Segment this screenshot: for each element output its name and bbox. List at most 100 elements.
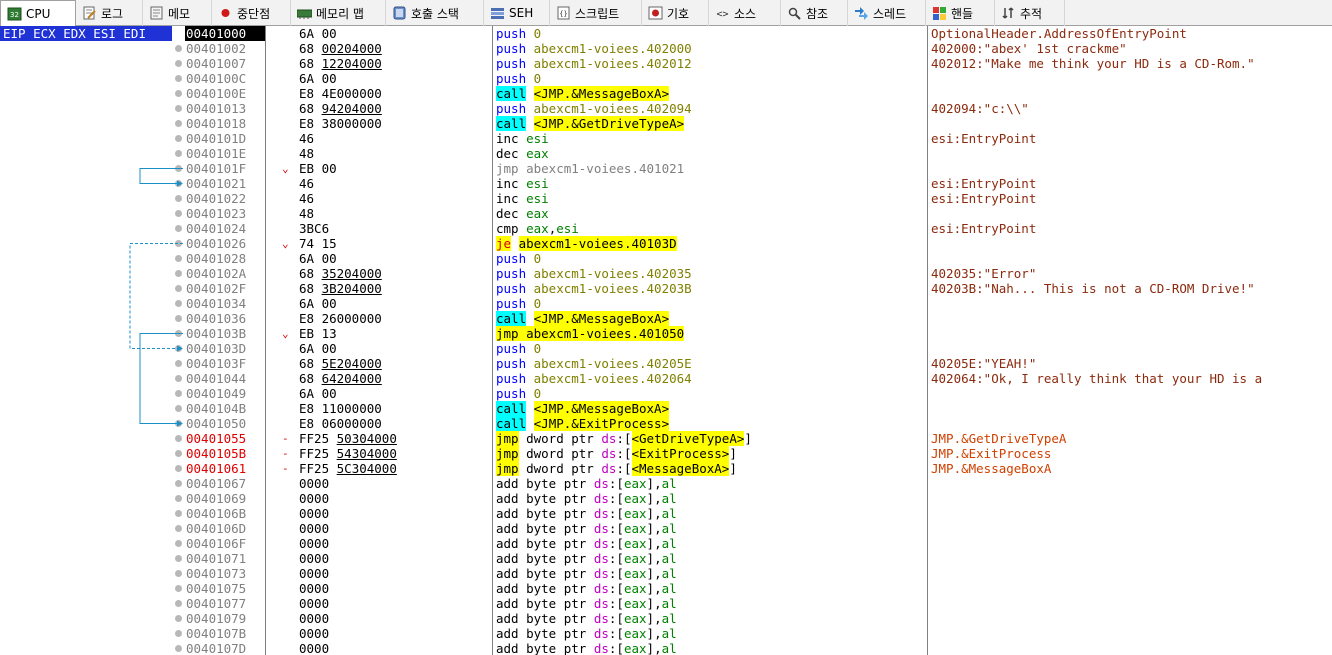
disassembly-row[interactable]: 0040100C 6A 00 push 0 [172, 71, 1332, 86]
disassembly-row[interactable]: 00401018 E8 38000000 call <JMP.&GetDriveTy… [172, 116, 1332, 131]
disassembly-row[interactable]: 00401028 6A 00 push 0 [172, 251, 1332, 266]
breakpoint-gutter[interactable] [172, 401, 186, 416]
tab-trace[interactable]: 추적 [995, 0, 1065, 26]
disassembly-row[interactable]: 00401007 68 12204000 push abexcm1-voiees.4… [172, 56, 1332, 71]
tab-references[interactable]: 참조 [781, 0, 848, 26]
breakpoint-gutter[interactable] [172, 56, 186, 71]
tab-script[interactable]: {} 스크립트 [550, 0, 642, 26]
disassembly-row[interactable]: 00401044 68 64204000 push abexcm1-voiees.4… [172, 371, 1332, 386]
disassembly-row[interactable]: 0040102F 68 3B204000 push abexcm1-voiees.4… [172, 281, 1332, 296]
disassembly-row[interactable]: 00401073 0000 add byte ptr ds:[eax],al [172, 566, 1332, 581]
disassembly-row[interactable]: 0040105B - FF25 54304000 jmp dword ptr ds:[… [172, 446, 1332, 461]
tab-threads[interactable]: 스레드 [848, 0, 926, 26]
breakpoint-gutter[interactable] [172, 371, 186, 386]
byte-group: E8 38000000 [299, 116, 382, 131]
breakpoint-gutter[interactable] [172, 641, 186, 655]
breakpoint-gutter[interactable] [172, 326, 186, 341]
breakpoint-gutter[interactable] [172, 461, 186, 476]
breakpoint-gutter[interactable] [172, 71, 186, 86]
disassembly-row[interactable]: 0040106F 0000 add byte ptr ds:[eax],al [172, 536, 1332, 551]
breakpoint-gutter[interactable] [172, 431, 186, 446]
disassembly-row[interactable]: 00401055 - FF25 50304000 jmp dword ptr ds:[… [172, 431, 1332, 446]
tab-handles[interactable]: 핸들 [926, 0, 995, 26]
breakpoint-gutter[interactable] [172, 596, 186, 611]
disassembly-row[interactable]: 00401049 6A 00 push 0 [172, 386, 1332, 401]
disassembly-view[interactable]: 00401000 6A 00 push 0 OptionalHeader.Addres… [0, 26, 1332, 655]
breakpoint-gutter[interactable] [172, 611, 186, 626]
breakpoint-gutter[interactable] [172, 626, 186, 641]
tab-symbols[interactable]: 기호 [642, 0, 709, 26]
tab-seh[interactable]: SEH [484, 0, 550, 26]
breakpoint-gutter[interactable] [172, 566, 186, 581]
breakpoint-gutter[interactable] [172, 221, 186, 236]
tab-memory-map[interactable]: 메모리 맵 [291, 0, 386, 26]
breakpoint-gutter[interactable] [172, 266, 186, 281]
breakpoint-gutter[interactable] [172, 416, 186, 431]
disassembly-row[interactable]: 00401024 3BC6 cmp eax,esi esi:EntryPoint [172, 221, 1332, 236]
tab-breakpoint[interactable]: 중단점 [212, 0, 291, 26]
disassembly-row[interactable]: 0040101D 46 inc esi esi:EntryPoint [172, 131, 1332, 146]
breakpoint-gutter[interactable] [172, 311, 186, 326]
disassembly-row[interactable]: 0040107B 0000 add byte ptr ds:[eax],al [172, 626, 1332, 641]
breakpoint-gutter[interactable] [172, 206, 186, 221]
breakpoint-gutter[interactable] [172, 176, 186, 191]
breakpoint-gutter[interactable] [172, 251, 186, 266]
breakpoint-gutter[interactable] [172, 86, 186, 101]
disassembly-row[interactable]: 0040103B ⌄ EB 13 jmp abexcm1-voiees.401050 [172, 326, 1332, 341]
breakpoint-gutter[interactable] [172, 476, 186, 491]
disassembly-row[interactable]: 00401071 0000 add byte ptr ds:[eax],al [172, 551, 1332, 566]
disassembly-row[interactable]: 0040103F 68 5E204000 push abexcm1-voiees.4… [172, 356, 1332, 371]
breakpoint-gutter[interactable] [172, 41, 186, 56]
tab-log[interactable]: 로그 [76, 0, 143, 26]
disassembly-row[interactable]: 0040106D 0000 add byte ptr ds:[eax],al [172, 521, 1332, 536]
breakpoint-gutter[interactable] [172, 506, 186, 521]
disassembly-row[interactable]: 0040101F ⌄ EB 00 jmp abexcm1-voiees.401021 [172, 161, 1332, 176]
breakpoint-gutter[interactable] [172, 101, 186, 116]
breakpoint-gutter[interactable] [172, 131, 186, 146]
disassembly-row[interactable]: 0040100E E8 4E000000 call <JMP.&MessageBox… [172, 86, 1332, 101]
disassembly-row[interactable]: 00401002 68 00204000 push abexcm1-voiees.4… [172, 41, 1332, 56]
disassembly-row[interactable]: 0040101E 48 dec eax [172, 146, 1332, 161]
breakpoint-gutter[interactable] [172, 551, 186, 566]
disassembly-row[interactable]: 00401034 6A 00 push 0 [172, 296, 1332, 311]
breakpoint-gutter[interactable] [172, 341, 186, 356]
tab-source[interactable]: <> 소스 [709, 0, 781, 26]
disassembly-row[interactable]: 0040102A 68 35204000 push abexcm1-voiees.4… [172, 266, 1332, 281]
breakpoint-gutter[interactable] [172, 491, 186, 506]
tab-call-stack[interactable]: 호출 스택 [386, 0, 484, 26]
breakpoint-gutter[interactable] [172, 236, 186, 251]
disassembly-row[interactable]: 00401013 68 94204000 push abexcm1-voiees.4… [172, 101, 1332, 116]
tab-cpu[interactable]: 32 CPU [0, 0, 76, 27]
breakpoint-gutter[interactable] [172, 386, 186, 401]
disassembly-row[interactable]: 00401000 6A 00 push 0 OptionalHeader.Addres… [172, 26, 1332, 41]
disassembly-row[interactable]: 00401079 0000 add byte ptr ds:[eax],al [172, 611, 1332, 626]
disassembly-row[interactable]: 00401067 0000 add byte ptr ds:[eax],al [172, 476, 1332, 491]
disassembly-row[interactable]: 00401021 46 inc esi esi:EntryPoint [172, 176, 1332, 191]
disassembly-row[interactable]: 00401026 ⌄ 74 15 je abexcm1-voiees.40103D [172, 236, 1332, 251]
disassembly-row[interactable]: 00401022 46 inc esi esi:EntryPoint [172, 191, 1332, 206]
breakpoint-gutter[interactable] [172, 581, 186, 596]
breakpoint-gutter[interactable] [172, 296, 186, 311]
disassembly-row[interactable]: 0040106B 0000 add byte ptr ds:[eax],al [172, 506, 1332, 521]
disassembly-row[interactable]: 00401050 E8 06000000 call <JMP.&ExitProces… [172, 416, 1332, 431]
disassembly-row[interactable]: 0040107D 0000 add byte ptr ds:[eax],al [172, 641, 1332, 655]
disassembly-row[interactable]: 0040103D 6A 00 push 0 [172, 341, 1332, 356]
breakpoint-gutter[interactable] [172, 536, 186, 551]
breakpoint-gutter[interactable] [172, 521, 186, 536]
breakpoint-gutter[interactable] [172, 161, 186, 176]
disassembly-row[interactable]: 00401069 0000 add byte ptr ds:[eax],al [172, 491, 1332, 506]
disassembly-row[interactable]: 00401036 E8 26000000 call <JMP.&MessageBox… [172, 311, 1332, 326]
disassembly-row[interactable]: 00401061 - FF25 5C304000 jmp dword ptr ds:[… [172, 461, 1332, 476]
breakpoint-gutter[interactable] [172, 26, 186, 41]
breakpoint-gutter[interactable] [172, 446, 186, 461]
disassembly-row[interactable]: 00401077 0000 add byte ptr ds:[eax],al [172, 596, 1332, 611]
breakpoint-gutter[interactable] [172, 146, 186, 161]
breakpoint-gutter[interactable] [172, 191, 186, 206]
tab-notes[interactable]: 메모 [143, 0, 212, 26]
disassembly-row[interactable]: 0040104B E8 11000000 call <JMP.&MessageBox… [172, 401, 1332, 416]
breakpoint-gutter[interactable] [172, 281, 186, 296]
disassembly-row[interactable]: 00401075 0000 add byte ptr ds:[eax],al [172, 581, 1332, 596]
disassembly-row[interactable]: 00401023 48 dec eax [172, 206, 1332, 221]
breakpoint-gutter[interactable] [172, 356, 186, 371]
breakpoint-gutter[interactable] [172, 116, 186, 131]
